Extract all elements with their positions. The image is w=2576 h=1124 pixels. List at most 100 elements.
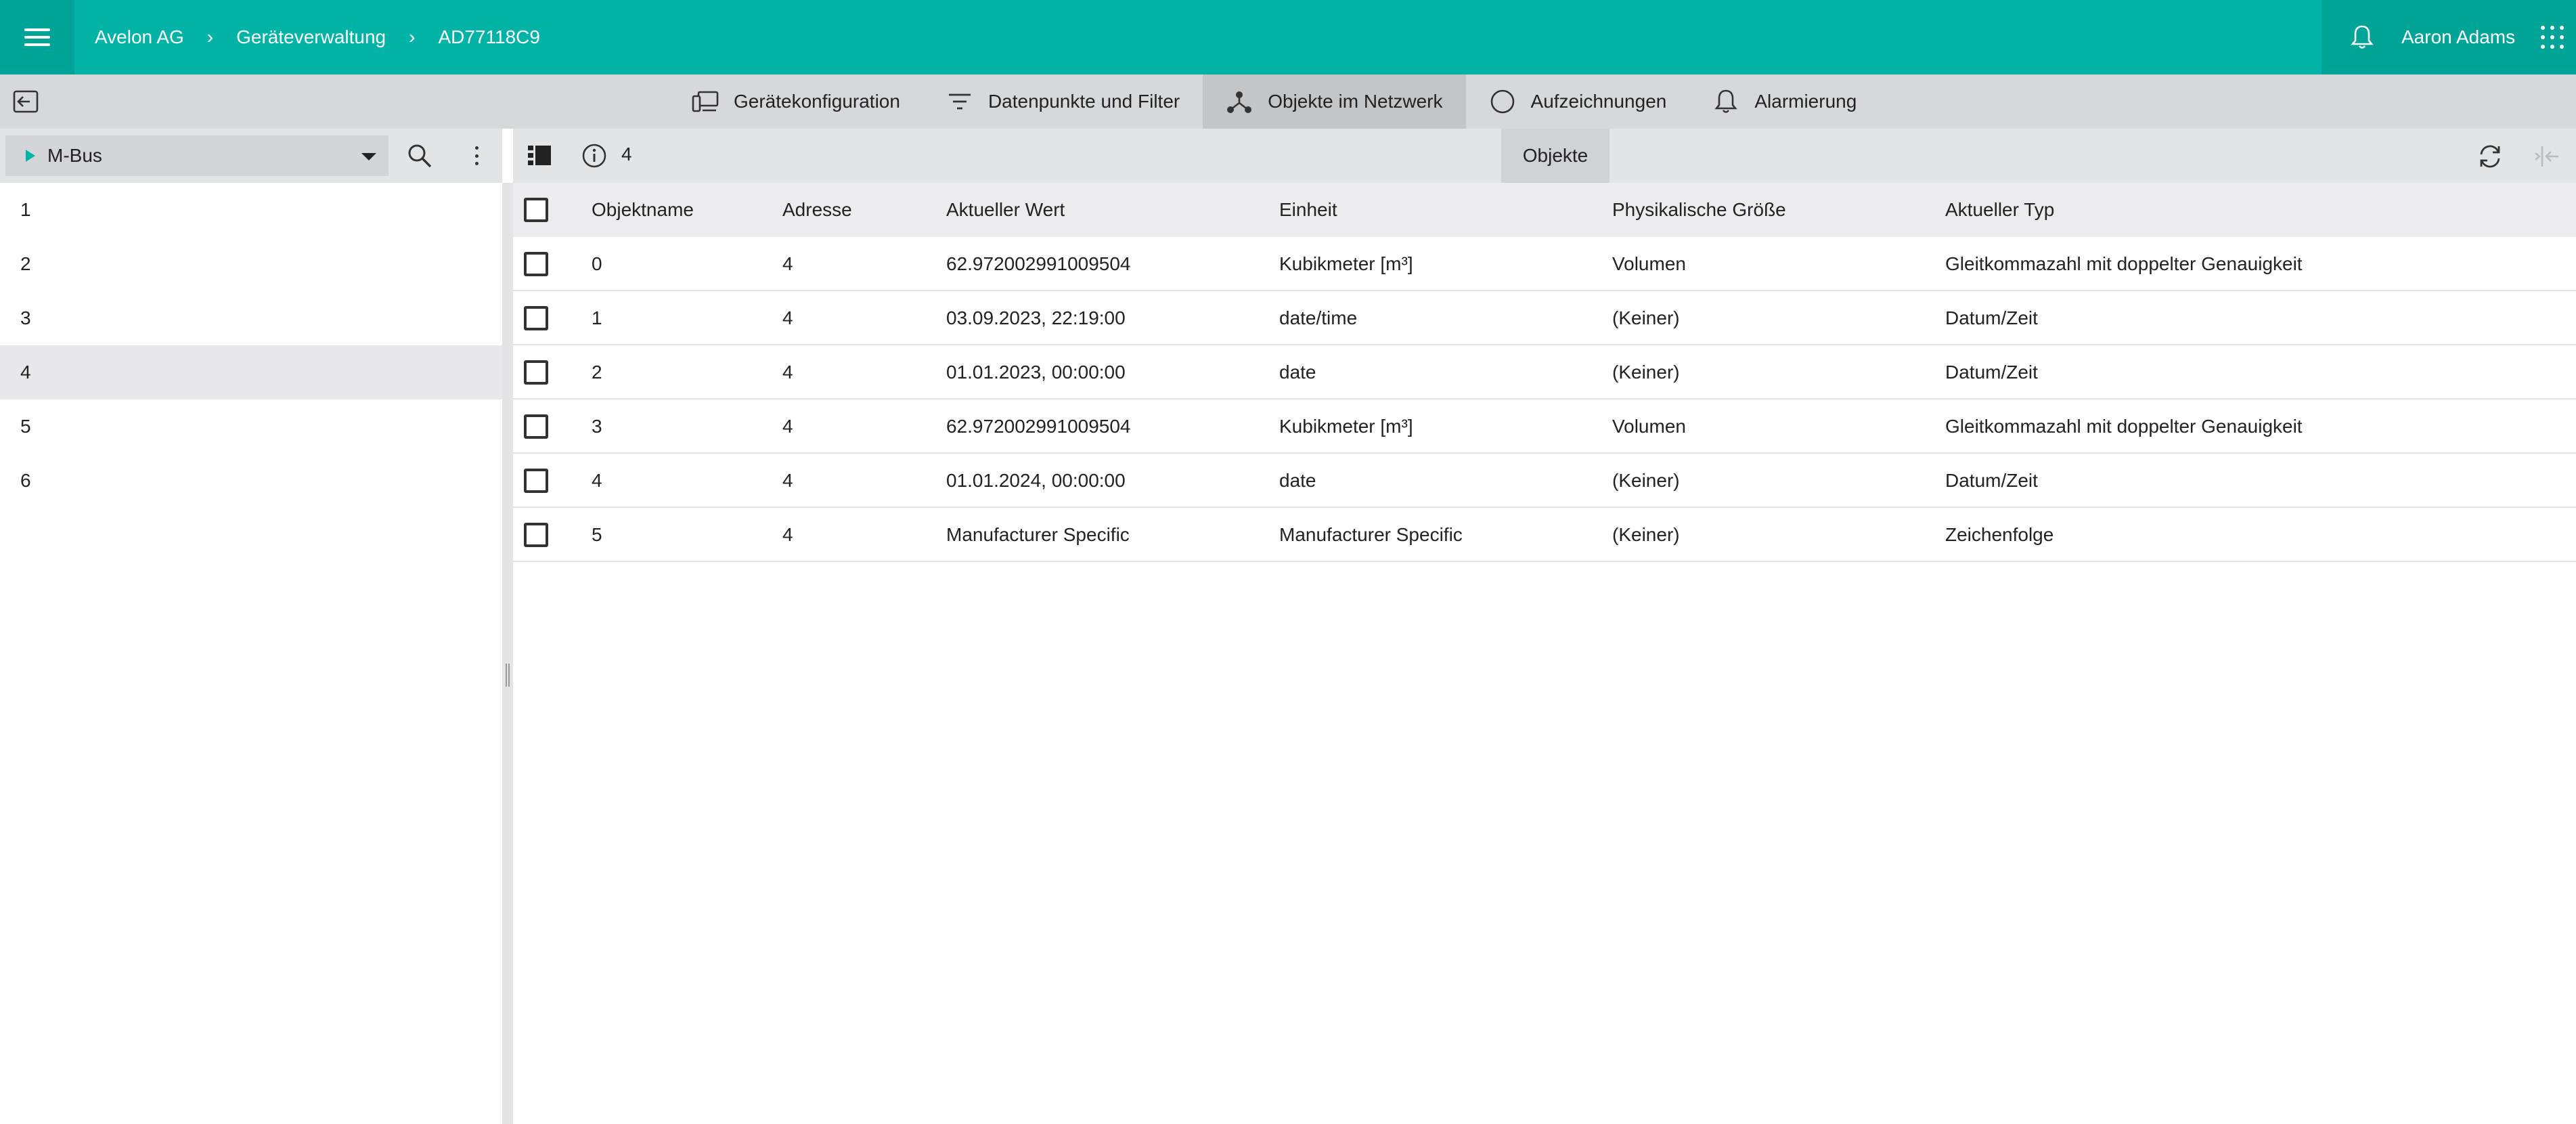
panel-splitter[interactable] <box>502 183 513 1124</box>
notifications-bell-icon[interactable] <box>2349 24 2376 51</box>
table-row[interactable]: 3 4 62.972002991009504 Kubikmeter [m³] V… <box>513 399 2576 454</box>
cell-address: 4 <box>782 253 793 274</box>
tab-device-configuration[interactable]: Gerätekonfiguration <box>669 74 923 129</box>
tab-recordings[interactable]: Aufzeichnungen <box>1466 74 1690 129</box>
breadcrumb-separator: › <box>206 26 214 47</box>
cell-address: 4 <box>782 362 793 383</box>
devices-icon <box>692 88 719 115</box>
tab-label: Gerätekonfiguration <box>734 91 900 112</box>
table-row[interactable]: 4 4 01.01.2024, 00:00:00 date (Keiner) D… <box>513 454 2576 508</box>
list-item[interactable]: 5 <box>0 399 502 454</box>
tab-label: Alarmierung <box>1754 91 1857 112</box>
cell-current-type: Gleitkommazahl mit doppelter Genauigkeit <box>1945 416 2303 437</box>
info-icon <box>581 142 608 169</box>
cell-current-type: Datum/Zeit <box>1945 307 2038 328</box>
bus-select-value: M-Bus <box>47 145 102 166</box>
table-row[interactable]: 2 4 01.01.2023, 00:00:00 date (Keiner) D… <box>513 345 2576 399</box>
objects-table: Objektname Adresse Aktueller Wert Einhei… <box>513 183 2576 1124</box>
table-row[interactable]: 0 4 62.972002991009504 Kubikmeter [m³] V… <box>513 237 2576 291</box>
cell-current-type: Datum/Zeit <box>1945 362 2038 383</box>
row-checkbox[interactable] <box>524 252 548 276</box>
collapse-sidebar-icon[interactable] <box>12 89 39 114</box>
address-list: 1 2 3 4 5 6 <box>0 183 502 1124</box>
play-icon <box>26 150 35 162</box>
select-all-checkbox[interactable] <box>524 198 548 222</box>
tab-label: Objekte im Netzwerk <box>1268 91 1443 112</box>
cell-physical-quantity: (Keiner) <box>1612 470 1680 491</box>
row-checkbox[interactable] <box>524 523 548 547</box>
breadcrumb-separator: › <box>409 26 416 47</box>
list-item[interactable]: 2 <box>0 237 502 291</box>
cell-object-name: 4 <box>592 470 602 491</box>
cell-current-type: Gleitkommazahl mit doppelter Genauigkeit <box>1945 253 2303 274</box>
user-name[interactable]: Aaron Adams <box>2401 26 2515 48</box>
cell-current-value: 62.972002991009504 <box>946 416 1131 437</box>
breadcrumb-device-id[interactable]: AD77118C9 <box>438 26 539 48</box>
table-header: Objektname Adresse Aktueller Wert Einhei… <box>513 183 2576 237</box>
tab-datapoints-filter[interactable]: Datenpunkte und Filter <box>923 74 1203 129</box>
cell-current-value: Manufacturer Specific <box>946 524 1130 545</box>
cell-current-value: 03.09.2023, 22:19:00 <box>946 307 1126 328</box>
bus-select[interactable]: M-Bus <box>5 135 388 176</box>
tab-network-objects[interactable]: Objekte im Netzwerk <box>1203 74 1466 129</box>
cell-physical-quantity: (Keiner) <box>1612 307 1680 328</box>
list-item-selected[interactable]: 4 <box>0 345 502 399</box>
cell-unit: Manufacturer Specific <box>1279 524 1463 545</box>
collapse-panel-icon[interactable] <box>2533 142 2561 171</box>
row-checkbox[interactable] <box>524 306 548 330</box>
circle-icon <box>1489 88 1516 115</box>
search-icon[interactable] <box>406 142 433 169</box>
apps-grid-icon[interactable] <box>2541 26 2564 49</box>
column-header[interactable]: Physikalische Größe <box>1612 183 1786 237</box>
cell-object-name: 1 <box>592 307 602 328</box>
list-view-icon[interactable] <box>527 144 552 168</box>
breadcrumb: Avelon AG › Geräteverwaltung › AD77118C9 <box>95 26 540 48</box>
cell-physical-quantity: Volumen <box>1612 253 1686 274</box>
cell-unit: date <box>1279 362 1316 383</box>
column-header[interactable]: Einheit <box>1279 183 1337 237</box>
cell-address: 4 <box>782 307 793 328</box>
table-row[interactable]: 1 4 03.09.2023, 22:19:00 date/time (Kein… <box>513 291 2576 345</box>
cell-object-name: 5 <box>592 524 602 545</box>
cell-unit: date <box>1279 470 1316 491</box>
tab-label: Datenpunkte und Filter <box>987 91 1180 112</box>
cell-address: 4 <box>782 470 793 491</box>
refresh-icon[interactable] <box>2476 142 2504 171</box>
tab-alarming[interactable]: Alarmierung <box>1689 74 1880 129</box>
list-item[interactable]: 1 <box>0 183 502 237</box>
row-checkbox[interactable] <box>524 414 548 439</box>
tab-objects[interactable]: Objekte <box>1501 129 1609 183</box>
cell-physical-quantity: Volumen <box>1612 416 1686 437</box>
object-count: 4 <box>621 144 632 165</box>
list-item[interactable]: 6 <box>0 454 502 508</box>
menu-button[interactable] <box>0 0 74 74</box>
cell-current-value: 62.972002991009504 <box>946 253 1131 274</box>
column-header[interactable]: Adresse <box>782 183 852 237</box>
column-header[interactable]: Aktueller Typ <box>1945 183 2054 237</box>
chevron-down-icon <box>361 153 376 160</box>
cell-address: 4 <box>782 416 793 437</box>
breadcrumb-company[interactable]: Avelon AG <box>95 26 184 48</box>
table-row[interactable]: 5 4 Manufacturer Specific Manufacturer S… <box>513 508 2576 562</box>
column-header[interactable]: Aktueller Wert <box>946 183 1065 237</box>
cell-unit: Kubikmeter [m³] <box>1279 416 1413 437</box>
list-item[interactable]: 3 <box>0 291 502 345</box>
cell-object-name: 2 <box>592 362 602 383</box>
cell-unit: date/time <box>1279 307 1358 328</box>
filter-icon <box>946 88 973 115</box>
column-header[interactable]: Objektname <box>592 183 694 237</box>
user-area: Aaron Adams <box>2322 0 2576 74</box>
left-toolbar: M-Bus <box>0 129 502 183</box>
cell-unit: Kubikmeter [m³] <box>1279 253 1413 274</box>
row-checkbox[interactable] <box>524 469 548 493</box>
cell-current-type: Zeichenfolge <box>1945 524 2054 545</box>
row-checkbox[interactable] <box>524 360 548 385</box>
breadcrumb-device-management[interactable]: Geräteverwaltung <box>236 26 386 48</box>
cell-current-value: 01.01.2024, 00:00:00 <box>946 470 1126 491</box>
cell-physical-quantity: (Keiner) <box>1612 362 1680 383</box>
more-options-icon[interactable] <box>463 142 490 169</box>
hamburger-icon <box>24 28 50 46</box>
cell-object-name: 3 <box>592 416 602 437</box>
tab-bar: Gerätekonfiguration Datenpunkte und Filt… <box>0 74 2576 129</box>
cell-current-value: 01.01.2023, 00:00:00 <box>946 362 1126 383</box>
